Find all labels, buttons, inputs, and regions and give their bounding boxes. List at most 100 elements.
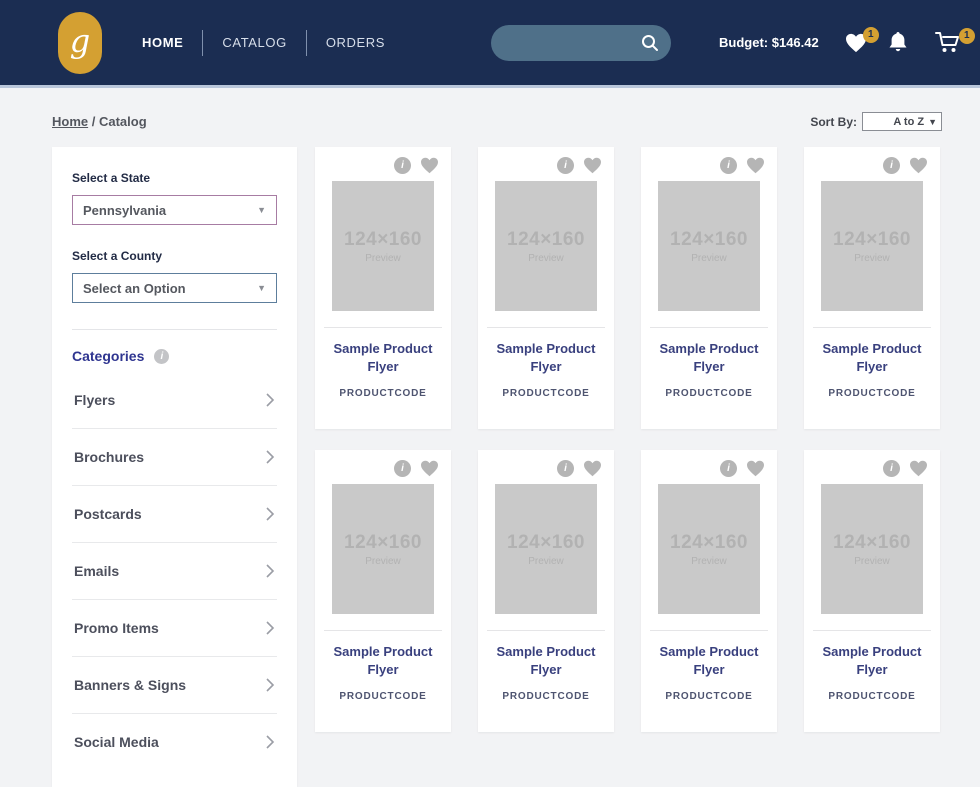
category-item-emails[interactable]: Emails: [72, 543, 277, 600]
nav-catalog[interactable]: CATALOG: [220, 29, 288, 56]
filter-sidebar: Select a State Pennsylvania ▼ Select a C…: [52, 147, 297, 787]
favorite-button[interactable]: [420, 460, 439, 477]
product-title-link[interactable]: Sample Product Flyer: [315, 643, 451, 678]
product-grid: i 124×160 Preview Sample Product Flyer P…: [315, 147, 940, 732]
category-item-postcards[interactable]: Postcards: [72, 486, 277, 543]
heart-icon: [420, 460, 439, 477]
product-card: i 124×160 Preview Sample Product Flyer P…: [478, 147, 614, 429]
product-title-link[interactable]: Sample Product Flyer: [641, 340, 777, 375]
product-title-link[interactable]: Sample Product Flyer: [315, 340, 451, 375]
product-card: i 124×160 Preview Sample Product Flyer P…: [315, 450, 451, 732]
county-label: Select a County: [72, 249, 277, 263]
cart-button[interactable]: 1: [935, 32, 961, 54]
category-item-social-media[interactable]: Social Media: [72, 714, 277, 770]
main-content: Select a State Pennsylvania ▼ Select a C…: [52, 147, 980, 787]
heart-icon: [909, 157, 928, 174]
product-card: i 124×160 Preview Sample Product Flyer P…: [478, 450, 614, 732]
favorite-button[interactable]: [746, 157, 765, 174]
cart-count-badge: 1: [959, 28, 975, 44]
breadcrumb-current: Catalog: [99, 114, 147, 129]
brand-logo[interactable]: g: [58, 12, 102, 74]
nav-separator: [306, 30, 307, 56]
search-bar[interactable]: [491, 25, 671, 61]
search-icon: [641, 34, 659, 52]
search-input[interactable]: [507, 35, 641, 50]
sort-control: Sort By: A to Z ▼: [810, 112, 942, 131]
product-code: PRODUCTCODE: [315, 388, 451, 399]
state-label: Select a State: [72, 171, 277, 185]
notifications-button[interactable]: [889, 32, 907, 53]
category-item-promo-items[interactable]: Promo Items: [72, 600, 277, 657]
product-preview[interactable]: 124×160 Preview: [495, 181, 597, 311]
sort-selected-value: A to Z: [893, 116, 924, 128]
info-icon[interactable]: i: [720, 460, 737, 477]
favorite-button[interactable]: [909, 157, 928, 174]
product-title-link[interactable]: Sample Product Flyer: [804, 643, 940, 678]
heart-icon: [746, 157, 765, 174]
product-preview[interactable]: 124×160 Preview: [658, 181, 760, 311]
chevron-down-icon: ▼: [257, 205, 266, 215]
product-title-link[interactable]: Sample Product Flyer: [641, 643, 777, 678]
favorite-button[interactable]: [583, 460, 602, 477]
product-preview[interactable]: 124×160 Preview: [495, 484, 597, 614]
product-title-link[interactable]: Sample Product Flyer: [478, 643, 614, 678]
heart-icon: [909, 460, 928, 477]
info-icon[interactable]: i: [557, 157, 574, 174]
product-preview[interactable]: 124×160 Preview: [821, 181, 923, 311]
category-item-flyers[interactable]: Flyers: [72, 372, 277, 429]
product-code: PRODUCTCODE: [804, 388, 940, 399]
category-item-banners-signs[interactable]: Banners & Signs: [72, 657, 277, 714]
favorite-button[interactable]: [746, 460, 765, 477]
state-select[interactable]: Pennsylvania ▼: [72, 195, 277, 225]
top-navbar: g HOME CATALOG ORDERS Budget: $146.42 1: [0, 0, 980, 88]
favorite-button[interactable]: [583, 157, 602, 174]
brand-logo-glyph: g: [70, 25, 90, 57]
info-icon[interactable]: i: [394, 460, 411, 477]
card-divider: [487, 327, 605, 328]
nav-orders[interactable]: ORDERS: [324, 29, 387, 56]
card-divider: [813, 630, 931, 631]
chevron-right-icon: [265, 449, 275, 465]
bell-icon: [889, 32, 907, 53]
product-title-link[interactable]: Sample Product Flyer: [478, 340, 614, 375]
product-preview[interactable]: 124×160 Preview: [332, 484, 434, 614]
info-icon[interactable]: i: [883, 460, 900, 477]
county-selected-value: Select an Option: [83, 281, 186, 296]
product-code: PRODUCTCODE: [641, 691, 777, 702]
favorite-button[interactable]: [420, 157, 439, 174]
heart-icon: [583, 157, 602, 174]
info-icon[interactable]: i: [883, 157, 900, 174]
breadcrumb-home-link[interactable]: Home: [52, 114, 88, 129]
info-icon[interactable]: i: [154, 349, 169, 364]
info-icon[interactable]: i: [720, 157, 737, 174]
product-preview[interactable]: 124×160 Preview: [821, 484, 923, 614]
categories-title: Categories: [72, 348, 144, 364]
categories-header: Categories i: [72, 348, 277, 364]
product-code: PRODUCTCODE: [478, 388, 614, 399]
product-code: PRODUCTCODE: [641, 388, 777, 399]
product-card: i 124×160 Preview Sample Product Flyer P…: [641, 147, 777, 429]
nav-home[interactable]: HOME: [140, 29, 185, 56]
product-card: i 124×160 Preview Sample Product Flyer P…: [315, 147, 451, 429]
product-title-link[interactable]: Sample Product Flyer: [804, 340, 940, 375]
product-card: i 124×160 Preview Sample Product Flyer P…: [804, 147, 940, 429]
breadcrumb: Home / Catalog: [52, 114, 147, 129]
card-divider: [324, 630, 442, 631]
nav-separator: [202, 30, 203, 56]
search-button[interactable]: [641, 34, 659, 52]
budget-label: Budget: $146.42: [719, 35, 819, 50]
info-icon[interactable]: i: [557, 460, 574, 477]
sort-select[interactable]: A to Z ▼: [862, 112, 942, 131]
chevron-right-icon: [265, 506, 275, 522]
product-preview[interactable]: 124×160 Preview: [658, 484, 760, 614]
product-preview[interactable]: 124×160 Preview: [332, 181, 434, 311]
info-icon[interactable]: i: [394, 157, 411, 174]
favorites-button[interactable]: 1: [845, 33, 867, 53]
county-select[interactable]: Select an Option ▼: [72, 273, 277, 303]
sidebar-divider: [72, 329, 277, 330]
favorite-button[interactable]: [909, 460, 928, 477]
heart-icon: [583, 460, 602, 477]
product-card: i 124×160 Preview Sample Product Flyer P…: [804, 450, 940, 732]
category-item-brochures[interactable]: Brochures: [72, 429, 277, 486]
breadcrumb-separator: /: [88, 114, 99, 129]
